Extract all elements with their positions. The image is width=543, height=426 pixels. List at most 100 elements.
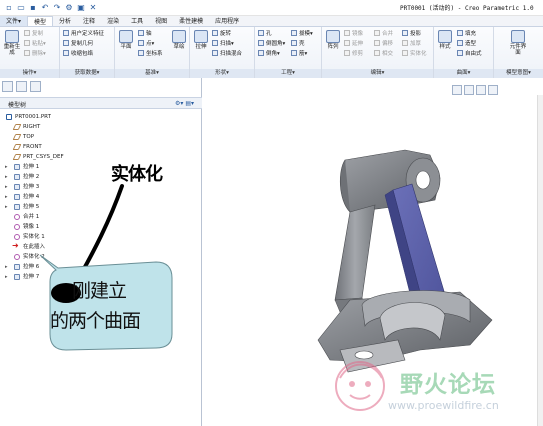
shrinkwrap-button[interactable]: 收缩包络 bbox=[63, 50, 93, 58]
swept-blend-button[interactable]: 扫描混合 bbox=[212, 50, 242, 58]
tree-item[interactable]: ▸ 拉伸 6 bbox=[0, 262, 200, 272]
model-tree-settings-icon[interactable]: ⚙▾ ▤▾ bbox=[175, 100, 194, 107]
group-label-get-data[interactable]: 获取数据▾ bbox=[60, 69, 114, 78]
point-button[interactable]: 点▾ bbox=[138, 40, 154, 48]
repaint-icon[interactable] bbox=[488, 85, 498, 95]
close-window-icon[interactable]: ✕ bbox=[88, 2, 98, 13]
tree-item-label: 合并 1 bbox=[23, 214, 40, 220]
tab-flexible-modeling[interactable]: 柔性建模 bbox=[173, 16, 209, 26]
tree-item[interactable]: ▸ 拉伸 5 bbox=[0, 202, 200, 212]
udf-button[interactable]: 用户定义特征 bbox=[63, 30, 104, 38]
save-icon[interactable]: ▪ bbox=[28, 2, 38, 13]
rib-button[interactable]: 筋▾ bbox=[291, 50, 307, 58]
tree-item[interactable]: 实体化 1 bbox=[0, 232, 200, 242]
group-label-engineering[interactable]: 工程▾ bbox=[255, 69, 321, 78]
tree-item[interactable]: 在此插入 bbox=[0, 241, 200, 252]
regenerate-icon[interactable]: ⚙ bbox=[64, 2, 74, 13]
shell-button[interactable]: 壳 bbox=[291, 40, 305, 48]
component-interface-button[interactable]: 元件界面 bbox=[508, 30, 528, 56]
tree-item[interactable]: 实体化 2 bbox=[0, 252, 200, 262]
tab-annotate[interactable]: 注释 bbox=[77, 16, 101, 26]
tree-item[interactable]: PRT_CSYS_DEF bbox=[0, 152, 200, 162]
tree-item[interactable]: ▸ 拉伸 2 bbox=[0, 172, 200, 182]
tab-applications[interactable]: 应用程序 bbox=[209, 16, 245, 26]
group-label-model-intent[interactable]: 模型意图▾ bbox=[494, 69, 543, 78]
tree-expand-icon[interactable]: ▸ bbox=[5, 162, 8, 172]
tree-expand-icon[interactable]: ▸ bbox=[5, 272, 8, 282]
tab-tools[interactable]: 工具 bbox=[125, 16, 149, 26]
chamfer-button[interactable]: 倒角▾ bbox=[258, 50, 280, 58]
pattern-button[interactable]: 阵列 bbox=[324, 30, 342, 50]
group-label-shapes[interactable]: 形状▾ bbox=[190, 69, 254, 78]
group-label-surfaces[interactable]: 曲面▾ bbox=[434, 69, 493, 78]
tree-item[interactable]: 镜像 1 bbox=[0, 222, 200, 232]
fill-button[interactable]: 填充 bbox=[457, 30, 476, 38]
project-button[interactable]: 投影 bbox=[402, 30, 421, 38]
thicken-button[interactable]: 加厚 bbox=[402, 40, 421, 48]
mirror-button[interactable]: 镜像 bbox=[344, 30, 363, 38]
open-file-icon[interactable]: ▭ bbox=[16, 2, 26, 13]
tree-item[interactable]: PRT0001.PRT bbox=[0, 112, 200, 122]
csys-button[interactable]: 坐标系 bbox=[138, 50, 163, 58]
plane-button[interactable]: 平面 bbox=[117, 30, 135, 50]
tree-expand-icon[interactable]: ▸ bbox=[5, 182, 8, 192]
zoom-in-icon[interactable] bbox=[464, 85, 474, 95]
viewport-scrollbar[interactable] bbox=[537, 95, 543, 426]
tree-expand-icon[interactable]: ▸ bbox=[5, 262, 8, 272]
regenerate-button[interactable]: 重新生成 bbox=[3, 30, 21, 56]
tree-item[interactable]: FRONT bbox=[0, 142, 200, 152]
delete-button[interactable]: 删除▾ bbox=[24, 50, 46, 58]
favorites-tab-icon[interactable] bbox=[30, 81, 41, 92]
undo-icon[interactable]: ↶ bbox=[40, 2, 50, 13]
tab-analysis[interactable]: 分析 bbox=[53, 16, 77, 26]
feat-feature-icon bbox=[14, 274, 20, 280]
group-label-operations[interactable]: 操作▾ bbox=[0, 69, 59, 78]
draft-button[interactable]: 拔模▾ bbox=[291, 30, 313, 38]
paste-button[interactable]: 粘贴▾ bbox=[24, 40, 46, 48]
offset-button[interactable]: 偏移 bbox=[374, 40, 393, 48]
bracket-model[interactable] bbox=[317, 149, 493, 373]
new-file-icon[interactable]: ▫ bbox=[4, 2, 14, 13]
folder-browser-tab-icon[interactable] bbox=[16, 81, 27, 92]
tab-file[interactable]: 文件▾ bbox=[0, 16, 28, 26]
shrinkwrap-label: 收缩包络 bbox=[71, 51, 94, 57]
extend-button[interactable]: 延伸 bbox=[344, 40, 363, 48]
style-button[interactable]: 样式 bbox=[436, 30, 454, 50]
tree-item[interactable]: 合并 1 bbox=[0, 212, 200, 222]
tab-render[interactable]: 渲染 bbox=[101, 16, 125, 26]
sketch-button[interactable]: 草绘 bbox=[170, 30, 188, 50]
tree-item[interactable]: ▸ 拉伸 3 bbox=[0, 182, 200, 192]
solidify-button[interactable]: 实体化 bbox=[402, 50, 427, 58]
copy-button[interactable]: 复制 bbox=[24, 30, 43, 38]
sweep-button[interactable]: 扫描▾ bbox=[212, 40, 234, 48]
group-label-datum[interactable]: 基准▾ bbox=[115, 69, 189, 78]
freestyle-button[interactable]: 自由式 bbox=[457, 50, 482, 58]
tree-expand-icon[interactable]: ▸ bbox=[5, 172, 8, 182]
extrude-button[interactable]: 拉伸 bbox=[192, 30, 210, 50]
round-button[interactable]: 倒圆角▾ bbox=[258, 40, 285, 48]
styling-button[interactable]: 造型 bbox=[457, 40, 476, 48]
refit-icon[interactable] bbox=[452, 85, 462, 95]
revolve-button[interactable]: 旋转 bbox=[212, 30, 231, 38]
group-label-editing[interactable]: 编辑▾ bbox=[322, 69, 433, 78]
tree-item[interactable]: ▸ 拉伸 4 bbox=[0, 192, 200, 202]
tree-item[interactable]: RIGHT bbox=[0, 122, 200, 132]
merge-button[interactable]: 合并 bbox=[374, 30, 393, 38]
zoom-out-icon[interactable] bbox=[476, 85, 486, 95]
hole-button[interactable]: 孔 bbox=[258, 30, 272, 38]
windows-icon[interactable]: ▣ bbox=[76, 2, 86, 13]
tree-expand-icon[interactable]: ▸ bbox=[5, 192, 8, 202]
tree-item[interactable]: ▸ 拉伸 1 bbox=[0, 162, 200, 172]
tree-expand-icon[interactable]: ▸ bbox=[5, 202, 8, 212]
tab-view[interactable]: 视图 bbox=[149, 16, 173, 26]
copy-geometry-button[interactable]: 复制几何 bbox=[63, 40, 93, 48]
watermark-logo-icon bbox=[335, 361, 385, 411]
redo-icon[interactable]: ↷ bbox=[52, 2, 62, 13]
tree-item[interactable]: TOP bbox=[0, 132, 200, 142]
trim-button[interactable]: 修剪 bbox=[344, 50, 363, 58]
sketch-label: 草绘 bbox=[173, 44, 185, 50]
model-tree-tab-icon[interactable] bbox=[2, 81, 13, 92]
intersect-button[interactable]: 相交 bbox=[374, 50, 393, 58]
tab-model[interactable]: 模型 bbox=[27, 16, 54, 26]
axis-button[interactable]: 轴 bbox=[138, 30, 152, 38]
